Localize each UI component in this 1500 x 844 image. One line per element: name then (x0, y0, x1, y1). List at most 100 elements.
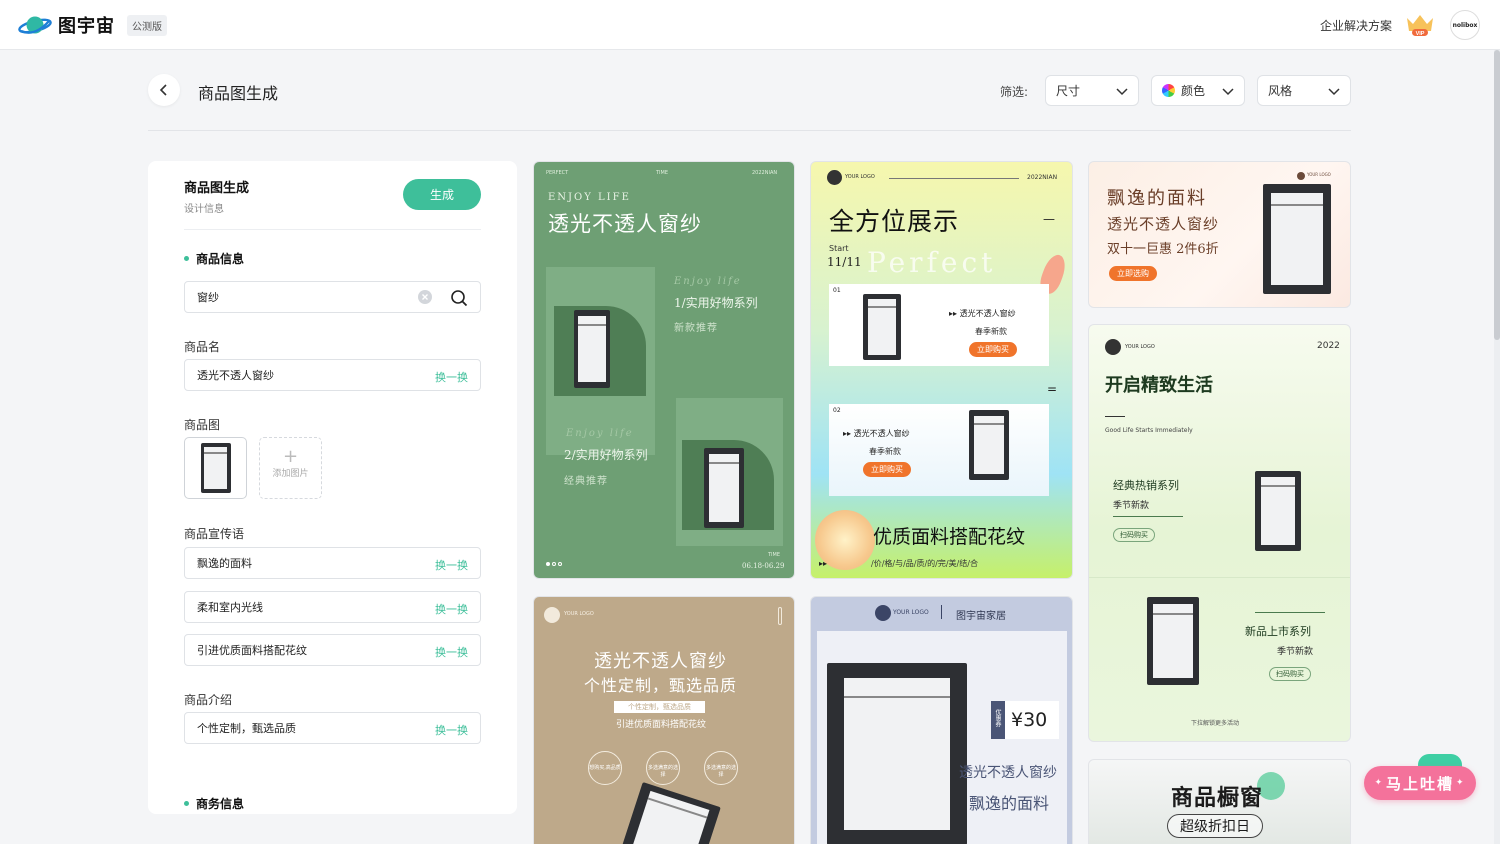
template-card-showcase[interactable]: 商品橱窗 超级折扣日 (1088, 759, 1351, 844)
color-filter-dropdown[interactable]: 颜色 (1151, 75, 1245, 106)
template-card-light-green[interactable]: YOUR LOGO 2022 开启精致生活 Good Life Starts I… (1088, 324, 1351, 742)
swap-button[interactable]: 换一换 (435, 369, 468, 385)
card-script-2: Enjoy life (566, 428, 634, 439)
style-filter-label: 风格 (1268, 84, 1293, 98)
card-top-left-label: PERFECT (546, 170, 569, 176)
sparkle-icon: ✦ (1456, 778, 1466, 788)
feature-badge-3: 多选满意的选择 (704, 751, 738, 785)
logo-badge-icon (875, 605, 891, 621)
card-title: 透光不透人窗纱 (548, 212, 702, 236)
card-title: 全方位展示 (829, 207, 960, 236)
user-avatar[interactable]: nolibox (1450, 10, 1480, 40)
product-intro-label: 商品介绍 (184, 693, 233, 707)
slogan-input-2[interactable]: 柔和室内光线 换一换 (184, 591, 481, 623)
card-line-2: 透光不透人窗纱 (1107, 215, 1220, 233)
enterprise-solutions-link[interactable]: 企业解决方案 (1320, 17, 1392, 34)
coupon-price: ¥30 (1011, 709, 1048, 731)
section-dot (184, 256, 189, 261)
card-logo-text: YOUR LOGO (1125, 344, 1155, 350)
series-sub-2: 季节新款 (1277, 647, 1314, 657)
product-name-text: 透光不透人窗纱 (853, 429, 910, 438)
card-eng: Good Life Starts Immediately (1105, 427, 1193, 434)
page-title: 商品图生成 (198, 84, 279, 103)
chevron-down-icon (1222, 88, 1234, 96)
filter-label: 筛选: (1000, 85, 1029, 99)
product-name: ▸▸ 透光不透人窗纱 (843, 429, 910, 438)
arrow-left-icon (1255, 612, 1325, 613)
scan-buy-button[interactable]: 扫码购买 (1269, 667, 1311, 681)
card-bg-word: Perfect (867, 246, 997, 279)
shop-now-button[interactable]: 立即选购 (1109, 266, 1157, 281)
template-card-blue-grey[interactable]: YOUR LOGO 图宇宙家居 优惠券 ¥30 透光不透人窗纱 飘逸的面料 (810, 596, 1073, 844)
feedback-label: 马上吐槽 (1385, 774, 1454, 793)
carousel-dot (558, 562, 562, 566)
slogan-input-1[interactable]: 飘逸的面料 换一换 (184, 547, 481, 579)
buy-now-button[interactable]: 立即购买 (863, 462, 911, 477)
card-top-mid-label: TIME (656, 170, 669, 176)
plus-icon: + (282, 446, 299, 467)
swap-button[interactable]: 换一换 (435, 722, 468, 738)
template-card-green[interactable]: PERFECT TIME 2022NIAN ENJOY LIFE 透光不透人窗纱… (533, 161, 795, 579)
size-filter-dropdown[interactable]: 尺寸 (1045, 75, 1139, 106)
product-intro-value: 个性定制，甄选品质 (197, 722, 296, 735)
swap-button[interactable]: 换一换 (435, 557, 468, 573)
generate-button[interactable]: 生成 (403, 179, 481, 210)
card-script-1: Enjoy life (674, 276, 742, 287)
card-title: 商品橱窗 (1171, 785, 1264, 811)
product-name-input[interactable]: 透光不透人窗纱 换一换 (184, 359, 481, 391)
add-image-button[interactable]: + 添加图片 (259, 437, 322, 499)
product-intro-input[interactable]: 个性定制，甄选品质 换一换 (184, 712, 481, 744)
product-image-thumbnail[interactable] (184, 437, 247, 499)
template-card-peach[interactable]: YOUR LOGO 飘逸的面料 透光不透人窗纱 双十一巨惠 2件6折 立即选购 (1088, 161, 1351, 308)
slogan-value-3: 引进优质面料搭配花纹 (197, 644, 307, 657)
product-search-input[interactable]: 窗纱 (184, 281, 481, 313)
fast-forward-icon: ▸▸ (819, 559, 828, 568)
window-product-image (1255, 471, 1301, 551)
vip-badge-label: VIP (1416, 31, 1425, 37)
window-product-image (863, 294, 901, 360)
card-logo-text: YOUR LOGO (564, 611, 594, 617)
page-scrollbar[interactable] (1494, 50, 1500, 844)
product-name-value: 透光不透人窗纱 (197, 369, 274, 382)
window-product-image (827, 663, 967, 844)
slogan-value-2: 柔和室内光线 (197, 601, 263, 614)
card-line-1: 透光不透人窗纱 (959, 765, 1057, 781)
swap-button[interactable]: 换一换 (435, 644, 468, 660)
window-product-image (1147, 597, 1199, 685)
feedback-button[interactable]: ✦ 马上吐槽 ✦ (1364, 766, 1476, 800)
card-logo-text: YOUR LOGO (893, 609, 929, 616)
card-sub-2: 经典推荐 (564, 476, 608, 487)
style-filter-dropdown[interactable]: 风格 (1257, 75, 1351, 106)
clear-icon[interactable] (418, 290, 432, 304)
app-logo[interactable]: 图宇宙 公测版 (18, 10, 167, 40)
series-title-1: 经典热销系列 (1113, 479, 1179, 492)
scan-buy-button[interactable]: 扫码购买 (1113, 528, 1155, 542)
card-top-right-label: 2022NIAN (752, 170, 778, 176)
search-icon[interactable] (450, 289, 468, 307)
card-sub-1: 新款推荐 (674, 323, 718, 334)
add-image-label: 添加图片 (272, 469, 309, 479)
card-sub: 引进优质面料搭配花纹 (616, 720, 707, 730)
app-name: 图宇宙 (58, 16, 115, 37)
template-card-colorful[interactable]: YOUR LOGO 2022NIAN 全方位展示 — Start 11/11 P… (810, 161, 1073, 579)
section-divider (1089, 577, 1350, 578)
logo-badge-icon (827, 170, 842, 185)
buy-now-button[interactable]: 立即购买 (969, 342, 1017, 357)
window-product-image (574, 310, 610, 388)
template-card-tan[interactable]: YOUR LOGO 透光不透人窗纱 个性定制，甄选品质 个性定制，甄选品质 引进… (533, 596, 795, 844)
top-bar: 图宇宙 公测版 企业解决方案 VIP nolibox (0, 0, 1500, 50)
product-info-section-label: 商品信息 (196, 252, 245, 266)
back-button[interactable] (148, 74, 180, 106)
card-year: 2022 (1317, 341, 1340, 351)
color-wheel-icon (1162, 84, 1175, 97)
coupon-ticket: 优惠券 ¥30 (991, 701, 1059, 739)
slogan-input-3[interactable]: 引进优质面料搭配花纹 换一换 (184, 634, 481, 666)
logo-badge-icon (544, 607, 560, 623)
card-rule (889, 178, 1019, 179)
size-filter-label: 尺寸 (1056, 84, 1081, 98)
swap-button[interactable]: 换一换 (435, 601, 468, 617)
card-banner: 优质面料搭配花纹 (873, 526, 1026, 548)
card-start-label: Start (829, 244, 849, 253)
vip-crown-icon[interactable]: VIP (1404, 12, 1436, 38)
scrollbar-thumb[interactable] (1494, 50, 1500, 340)
